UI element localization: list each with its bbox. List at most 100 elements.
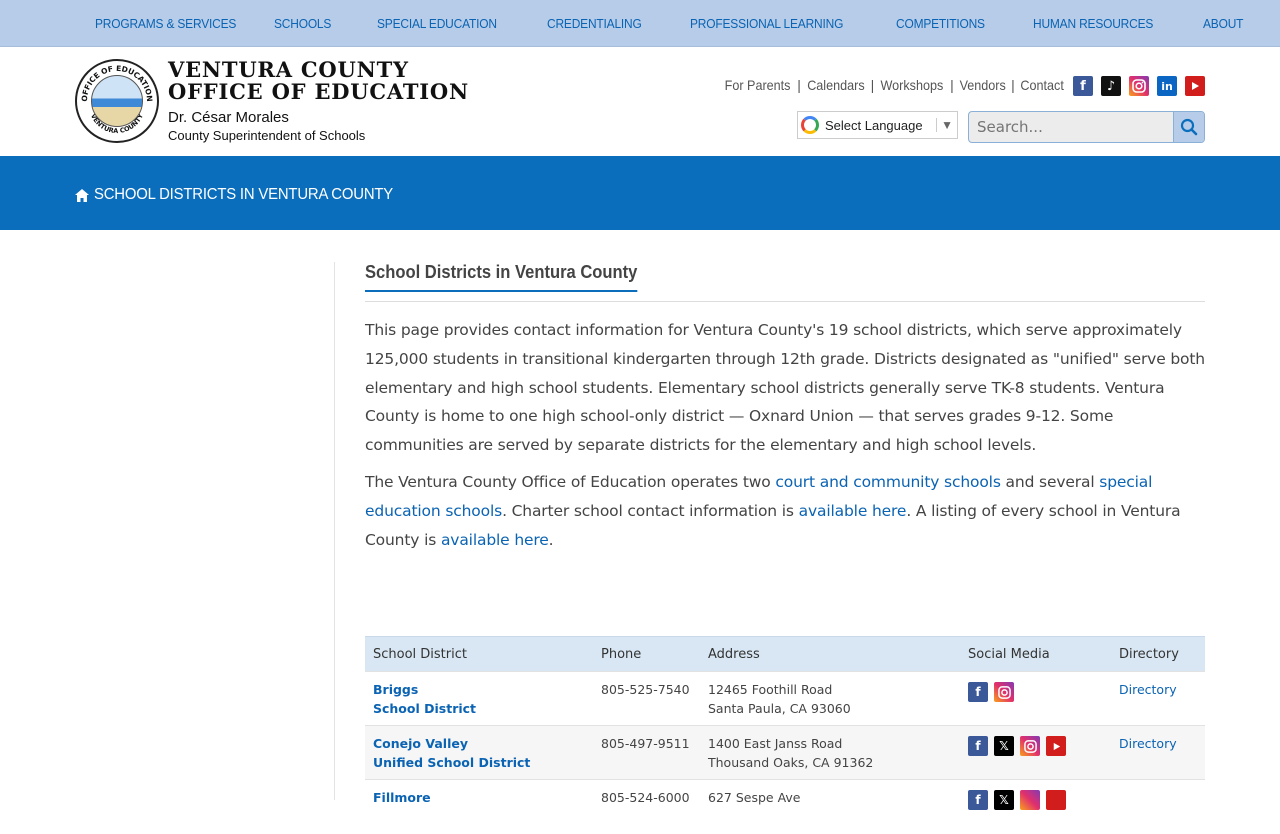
facebook-icon[interactable]: f [1073, 76, 1093, 96]
district-phone: 805-524-6000 [593, 779, 700, 834]
instagram-icon[interactable] [994, 682, 1014, 702]
nav-credentialing[interactable]: CREDENTIALING [547, 16, 642, 31]
facebook-icon[interactable]: f [968, 790, 988, 810]
org-name[interactable]: VENTURA COUNTY OFFICE OF EDUCATION [168, 59, 469, 103]
address-line1: 627 Sespe Ave [708, 790, 801, 805]
district-address: 12465 Foothill Road Santa Paula, CA 93060 [700, 671, 960, 726]
col-directory: Directory [1111, 636, 1205, 672]
district-directory: Directory [1111, 671, 1205, 726]
district-phone: 805-525-7540 [593, 671, 700, 726]
district-directory: Directory [1111, 725, 1205, 780]
youtube-icon[interactable] [1046, 736, 1066, 756]
instagram-icon[interactable] [1129, 76, 1149, 96]
col-social-media: Social Media [960, 636, 1111, 672]
site-header: OFFICE OF EDUCATION VENTURA COUNTY VENTU… [0, 47, 1280, 156]
link-vendors[interactable]: Vendors [959, 77, 1005, 93]
search-button[interactable] [1173, 112, 1204, 142]
district-name[interactable]: Briggs School District [365, 671, 593, 726]
nav-human-resources[interactable]: HUMAN RESOURCES [1033, 16, 1153, 31]
language-select[interactable]: Select Language ▼ [797, 111, 958, 139]
district-address: 627 Sespe Ave [700, 779, 960, 834]
nav-programs-services[interactable]: PROGRAMS & SERVICES [95, 16, 236, 31]
facebook-icon[interactable]: f [968, 736, 988, 756]
district-social: f 𝕏 [960, 779, 1111, 834]
district-name[interactable]: Fillmore [365, 779, 593, 834]
youtube-icon[interactable] [1185, 76, 1205, 96]
col-school-district: School District [365, 636, 593, 672]
nav-about[interactable]: ABOUT [1203, 16, 1243, 31]
main-content: School Districts in Ventura County This … [365, 262, 1205, 554]
nav-special-education[interactable]: SPECIAL EDUCATION [377, 16, 497, 31]
link-workshops[interactable]: Workshops [881, 77, 944, 93]
google-icon [801, 116, 819, 134]
intro-text: This page provides contact information f… [365, 316, 1205, 554]
district-name-line1[interactable]: Fillmore [373, 789, 585, 808]
link-calendars[interactable]: Calendars [807, 77, 864, 93]
text: The Ventura County Office of Education o… [365, 472, 776, 491]
district-name-line2[interactable]: School District [373, 700, 585, 719]
social-links: f ♪ in [1073, 76, 1205, 96]
separator: | [797, 77, 801, 93]
utility-links: For Parents | Calendars | Workshops | Vendo… [721, 77, 1066, 93]
address-line1: 1400 East Janss Road [708, 736, 843, 751]
x-twitter-icon[interactable]: 𝕏 [994, 736, 1014, 756]
search-input[interactable] [969, 112, 1173, 142]
sidebar-divider [334, 262, 335, 800]
intro-paragraph-2: The Ventura County Office of Education o… [365, 468, 1205, 554]
page-banner: SCHOOL DISTRICTS IN VENTURA COUNTY [0, 156, 1280, 230]
heading-divider [365, 301, 1205, 302]
col-phone: Phone [593, 636, 700, 672]
directory-link[interactable]: Directory [1119, 682, 1177, 697]
top-navigation: PROGRAMS & SERVICES SCHOOLS SPECIAL EDUC… [0, 0, 1280, 47]
instagram-icon[interactable] [1020, 790, 1040, 810]
district-name[interactable]: Conejo Valley Unified School District [365, 725, 593, 780]
district-phone: 805-497-9511 [593, 725, 700, 780]
instagram-icon[interactable] [1020, 736, 1040, 756]
language-select-label: Select Language [825, 117, 923, 133]
text: . Charter school contact information is [502, 501, 799, 520]
breadcrumb-current: SCHOOL DISTRICTS IN VENTURA COUNTY [94, 186, 394, 203]
superintendent-title: County Superintendent of Schools [168, 128, 366, 143]
seal-wave-image [91, 75, 143, 127]
address-line2: Thousand Oaks, CA 91362 [708, 754, 874, 770]
superintendent-name: Dr. César Morales [168, 109, 289, 126]
youtube-icon[interactable] [1046, 790, 1066, 810]
x-twitter-icon[interactable]: 𝕏 [994, 790, 1014, 810]
org-name-line2: OFFICE OF EDUCATION [168, 79, 470, 104]
table-row: Briggs School District 805-525-7540 12465… [365, 671, 1205, 726]
home-icon[interactable] [75, 188, 89, 202]
districts-table: School District Phone Address Social Med… [365, 636, 1205, 834]
district-name-line1[interactable]: Conejo Valley [373, 735, 585, 754]
link-charter-schools[interactable]: available here [799, 502, 907, 520]
tiktok-icon[interactable]: ♪ [1101, 76, 1121, 96]
intro-paragraph-1: This page provides contact information f… [365, 321, 1205, 455]
district-address: 1400 East Janss Road Thousand Oaks, CA 91… [700, 725, 960, 780]
nav-professional-learning[interactable]: PROFESSIONAL LEARNING [690, 16, 843, 31]
directory-link[interactable]: Directory [1119, 736, 1177, 751]
link-for-parents[interactable]: For Parents [725, 77, 791, 93]
separator: | [950, 77, 954, 93]
text: . [548, 530, 554, 549]
separator: | [1011, 77, 1015, 93]
table-row: Conejo Valley Unified School District 805… [365, 725, 1205, 780]
vcoe-seal-logo[interactable]: OFFICE OF EDUCATION VENTURA COUNTY [75, 59, 159, 143]
table-row: Fillmore 805-524-6000 627 Sespe Ave f 𝕏 [365, 779, 1205, 834]
col-address: Address [700, 636, 960, 672]
breadcrumb: SCHOOL DISTRICTS IN VENTURA COUNTY [75, 186, 416, 204]
chevron-down-icon: ▼ [936, 118, 953, 132]
address-line2: Santa Paula, CA 93060 [708, 700, 851, 716]
district-directory [1111, 779, 1205, 834]
nav-schools[interactable]: SCHOOLS [274, 16, 331, 31]
district-name-line2[interactable]: Unified School District [373, 754, 585, 773]
text: and several [1000, 472, 1100, 491]
link-contact[interactable]: Contact [1020, 77, 1063, 93]
search-icon [1180, 118, 1198, 136]
nav-competitions[interactable]: COMPETITIONS [896, 16, 985, 31]
district-name-line1[interactable]: Briggs [373, 681, 585, 700]
linkedin-icon[interactable]: in [1157, 76, 1177, 96]
facebook-icon[interactable]: f [968, 682, 988, 702]
link-all-schools[interactable]: available here [441, 531, 549, 549]
separator: | [870, 77, 875, 93]
link-court-community-schools[interactable]: court and community schools [775, 473, 1001, 491]
address-line1: 12465 Foothill Road [708, 682, 833, 697]
